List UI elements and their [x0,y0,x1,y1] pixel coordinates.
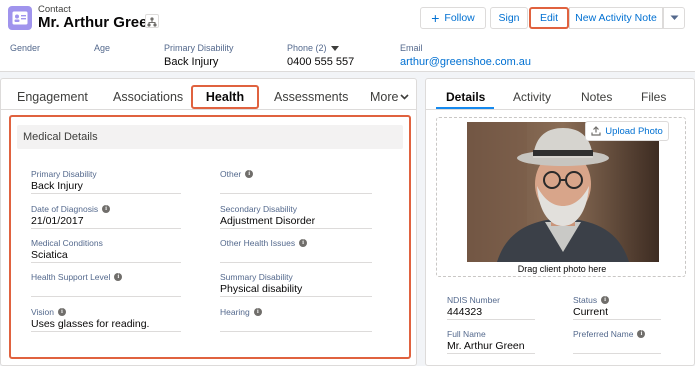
info-icon[interactable]: i [253,308,262,316]
new-activity-note-button[interactable]: New Activity Note [569,7,663,29]
tab-activity[interactable]: Activity [513,90,551,104]
right-panel: Details Activity Notes Files Upload Phot… [425,78,695,366]
phone-label: Phone (2) [287,43,327,53]
info-icon[interactable]: i [58,308,66,316]
age-label: Age [94,43,111,53]
record-header: Contact Mr. Arthur Green + Follow Sign E… [0,0,695,72]
tab-engagement[interactable]: Engagement [17,90,88,104]
tab-notes[interactable]: Notes [581,90,612,104]
info-icon[interactable]: i [299,239,308,247]
summary-disability-field-value[interactable]: Physical disability [220,283,372,297]
chevron-down-icon [670,15,678,20]
summary-disability-field-label: Summary Disability [220,272,293,282]
client-photo [467,122,659,262]
tab-divider [1,109,416,110]
ndis-number-field-label: NDIS Number [447,295,500,305]
tab-associations[interactable]: Associations [113,90,183,104]
caret-down-icon [330,45,339,51]
date-of-diagnosis-field-label: Date of Diagnosis i [31,204,111,214]
health-support-level-field-value[interactable] [31,283,181,297]
tab-files[interactable]: Files [641,90,666,104]
other-field-value[interactable] [220,180,372,194]
primary-disability-field-label: Primary Disability [31,169,97,179]
photo-drop-zone[interactable]: Upload Photo Drag client photo here [436,117,686,277]
hearing-field-label: Hearing i [220,307,262,317]
vision-field-value[interactable]: Uses glasses for reading. [31,318,181,332]
sign-button[interactable]: Sign [490,7,528,29]
left-panel: Engagement Associations Health Assessmen… [0,78,417,366]
ndis-number-field-value[interactable]: 444323 [447,306,535,320]
primary-disability-value: Back Injury [164,56,219,68]
tab-health[interactable]: Health [191,85,259,109]
medical-conditions-field-value[interactable]: Sciatica [31,249,181,263]
edit-button[interactable]: Edit [529,7,569,29]
info-icon[interactable]: i [601,296,610,304]
more-actions-button[interactable] [663,7,685,29]
email-label: Email [400,43,423,53]
plus-icon: + [431,10,440,26]
primary-disability-field-value[interactable]: Back Injury [31,180,181,194]
tab-details[interactable]: Details [446,90,485,104]
section-title[interactable]: Medical Details [17,125,403,149]
other-field-label: Other i [220,169,254,179]
upload-photo-button[interactable]: Upload Photo [585,121,669,141]
status-field-label: Status i [573,295,610,305]
hierarchy-icon[interactable] [145,14,159,28]
hearing-field-value[interactable] [220,318,372,332]
medical-conditions-field-label: Medical Conditions [31,238,103,248]
info-icon[interactable]: i [114,273,123,281]
status-field-value[interactable]: Current [573,306,661,320]
other-health-issues-field-label: Other Health Issues i [220,238,308,248]
info-icon[interactable]: i [102,205,111,213]
other-health-issues-field-value[interactable] [220,249,372,263]
health-support-level-field-label: Health Support Level i [31,272,123,282]
primary-disability-label: Primary Disability [164,43,234,53]
medical-details-section: Medical Details Primary Disability Back … [9,115,411,359]
follow-button-label: Follow [444,12,475,24]
upload-photo-label: Upload Photo [605,125,663,137]
follow-button[interactable]: + Follow [420,7,486,29]
vision-field-label: Vision i [31,307,66,317]
phone-value: 0400 555 557 [287,56,355,68]
date-of-diagnosis-field-value[interactable]: 21/01/2017 [31,215,181,229]
full-name-field-value[interactable]: Mr. Arthur Green [447,340,535,354]
secondary-disability-field-label: Secondary Disability [220,204,298,214]
info-icon[interactable]: i [245,170,254,178]
tab-assessments[interactable]: Assessments [274,90,348,104]
secondary-disability-field-value[interactable]: Adjustment Disorder [220,215,372,229]
email-link[interactable]: arthur@greenshoe.com.au [400,56,531,68]
contact-icon [8,6,32,30]
chevron-down-icon [400,94,410,100]
gender-label: Gender [10,43,41,53]
preferred-name-field-value[interactable] [573,340,661,354]
full-name-field-label: Full Name [447,329,486,339]
record-name: Mr. Arthur Green [38,14,157,31]
tab-more-label: More [370,90,399,104]
tab-divider [426,109,694,110]
tab-more[interactable]: More [370,90,410,104]
preferred-name-field-label: Preferred Name i [573,329,646,339]
info-icon[interactable]: i [637,330,646,338]
phone-header[interactable]: Phone (2) [287,43,339,53]
upload-icon [591,126,601,136]
drag-photo-hint: Drag client photo here [517,264,607,274]
